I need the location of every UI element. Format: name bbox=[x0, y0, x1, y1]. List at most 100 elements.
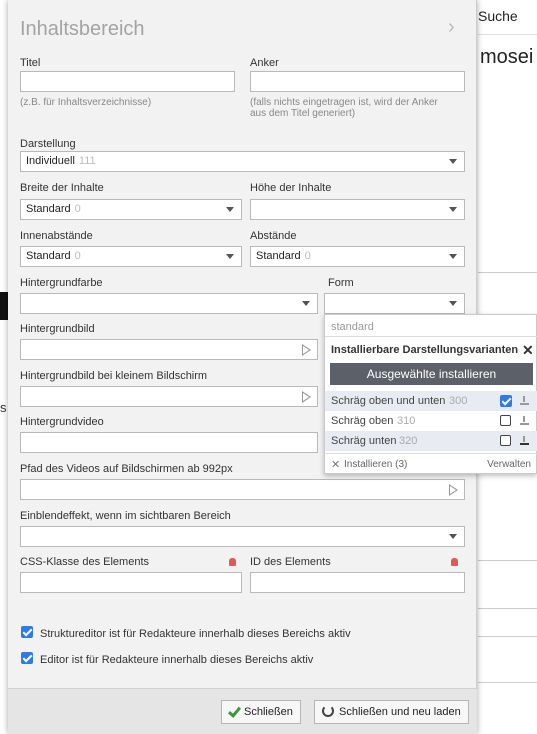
chevron-down-icon bbox=[226, 207, 234, 212]
hintergrundfarbe-label: Hintergrundfarbe bbox=[20, 277, 103, 289]
variant-count: 300 bbox=[449, 395, 468, 407]
list-item[interactable]: Schräg unten 320 bbox=[325, 431, 537, 451]
anker-label: Anker bbox=[250, 57, 279, 69]
chevron-down-icon bbox=[449, 301, 457, 306]
innen-value: Standard bbox=[26, 250, 71, 262]
background-heading: mosei bbox=[480, 46, 534, 68]
id-input[interactable] bbox=[250, 572, 465, 593]
breite-count: 0 bbox=[74, 203, 81, 215]
background-heading-glyph bbox=[0, 292, 8, 320]
hintergrundfarbe-select[interactable] bbox=[20, 293, 318, 314]
anker-hint: aus dem Titel generiert) bbox=[250, 108, 356, 119]
variant-count: 320 bbox=[399, 435, 418, 447]
list-item[interactable]: Schräg oben 310 bbox=[325, 411, 537, 431]
close-icon[interactable]: ✕ bbox=[522, 342, 534, 359]
file-picker-icon[interactable] bbox=[302, 344, 311, 356]
dialog-footer: Schließen Schließen und neu laden bbox=[8, 688, 477, 734]
hintergrundbild-klein-input[interactable] bbox=[20, 386, 318, 407]
hintergrundvideo-label: Hintergrundvideo bbox=[20, 416, 104, 428]
anker-hint: (falls nichts eingetragen ist, wird der … bbox=[250, 97, 438, 108]
css-klasse-label: CSS-Klasse des Elements bbox=[20, 556, 149, 568]
file-picker-icon[interactable] bbox=[302, 391, 311, 403]
videopfad-input[interactable] bbox=[20, 479, 465, 500]
chevron-down-icon bbox=[449, 254, 457, 259]
chevron-down-icon bbox=[449, 534, 457, 539]
download-icon[interactable] bbox=[520, 396, 529, 405]
file-picker-icon[interactable] bbox=[449, 484, 458, 496]
breite-select[interactable]: Standard 0 bbox=[20, 199, 242, 220]
chevron-down-icon bbox=[302, 301, 310, 306]
einblendeffekt-select[interactable] bbox=[20, 526, 465, 547]
chevron-right-icon[interactable]: › bbox=[448, 16, 455, 39]
hintergrundbild-input[interactable] bbox=[20, 339, 318, 360]
background-divider bbox=[478, 636, 537, 637]
variant-checkbox[interactable] bbox=[500, 395, 512, 407]
download-icon[interactable] bbox=[520, 436, 529, 445]
id-label: ID des Elements bbox=[250, 556, 331, 568]
variant-count: 310 bbox=[397, 415, 416, 427]
chevron-down-icon bbox=[449, 207, 457, 212]
background-divider bbox=[478, 608, 537, 609]
manage-link[interactable]: Verwalten bbox=[487, 459, 531, 470]
close-and-reload-label: Schließen und neu laden bbox=[339, 706, 461, 718]
titel-hint: (z.B. für Inhaltsverzeichnisse) bbox=[20, 97, 152, 108]
background-divider bbox=[478, 682, 537, 683]
variant-checkbox[interactable] bbox=[500, 435, 511, 446]
background-search-link[interactable]: Suche bbox=[478, 8, 518, 24]
install-selected-button[interactable]: Ausgewählte installieren bbox=[330, 363, 533, 385]
chevron-down-icon bbox=[226, 254, 234, 259]
anker-input[interactable] bbox=[250, 71, 465, 92]
darstellung-label: Darstellung bbox=[20, 138, 76, 150]
list-item[interactable]: Schräg oben und unten 300 bbox=[325, 391, 537, 411]
close-and-reload-button[interactable]: Schließen und neu laden bbox=[314, 700, 469, 724]
hintergrundbild-klein-label: Hintergrundbild bei kleinem Bildschirm bbox=[20, 370, 208, 382]
einblendeffekt-label: Einblendeffekt, wenn im sichtbaren Berei… bbox=[20, 510, 231, 522]
close-icon: ✕ bbox=[331, 459, 341, 471]
background-divider bbox=[478, 34, 537, 35]
divider bbox=[325, 336, 537, 337]
titel-label: Titel bbox=[20, 57, 41, 69]
variant-label: Schräg unten bbox=[331, 435, 397, 447]
lock-icon bbox=[229, 558, 236, 566]
variant-checkbox[interactable] bbox=[500, 415, 511, 426]
dropdown-header: Installierbare Darstellungsvarianten bbox=[331, 344, 519, 356]
css-klasse-input[interactable] bbox=[20, 572, 242, 593]
hoehe-select[interactable] bbox=[250, 199, 465, 220]
abstaende-select[interactable]: Standard 0 bbox=[250, 246, 465, 267]
dialog-title: Inhaltsbereich bbox=[20, 18, 145, 40]
innen-label: Innenabstände bbox=[20, 230, 93, 242]
editor-label: Editor ist für Redakteure innerhalb dies… bbox=[40, 654, 314, 666]
editor-checkbox[interactable] bbox=[21, 652, 33, 664]
struktureditor-label: Struktureditor ist für Redakteure innerh… bbox=[40, 628, 351, 640]
abstaende-count: 0 bbox=[304, 250, 311, 262]
close-button[interactable]: Schließen bbox=[221, 700, 301, 724]
background-text: s bbox=[0, 400, 7, 415]
hintergrundvideo-input[interactable] bbox=[20, 432, 318, 453]
innen-count: 0 bbox=[74, 250, 81, 262]
reload-icon bbox=[322, 705, 334, 718]
close-button-label: Schließen bbox=[244, 706, 293, 718]
form-select[interactable] bbox=[324, 293, 465, 314]
download-icon[interactable] bbox=[520, 416, 529, 425]
abstaende-value: Standard bbox=[256, 250, 301, 262]
install-link[interactable]: Installieren (3) bbox=[344, 459, 407, 470]
breite-value: Standard bbox=[26, 203, 71, 215]
abstaende-label: Abstände bbox=[250, 230, 297, 242]
form-label: Form bbox=[328, 277, 354, 289]
breite-label: Breite der Inhalte bbox=[20, 182, 104, 194]
struktureditor-checkbox[interactable] bbox=[21, 626, 33, 638]
divider bbox=[325, 453, 537, 454]
innen-select[interactable]: Standard 0 bbox=[20, 246, 242, 267]
titel-input[interactable] bbox=[20, 71, 235, 92]
hoehe-label: Höhe der Inhalte bbox=[250, 182, 332, 194]
darstellung-select[interactable]: Individuell 111 bbox=[20, 151, 465, 172]
variant-label: Schräg oben und unten bbox=[331, 395, 446, 407]
dropdown-current-value[interactable]: standard bbox=[325, 321, 537, 333]
videopfad-label: Pfad des Videos auf Bildschirmen ab 992p… bbox=[20, 463, 233, 475]
background-divider bbox=[478, 560, 537, 561]
checkmark-icon bbox=[227, 704, 242, 718]
form-dropdown: standard Installierbare Darstellungsvari… bbox=[324, 314, 537, 474]
darstellung-count: 111 bbox=[78, 155, 96, 167]
background-divider bbox=[478, 272, 537, 273]
hintergrundbild-label: Hintergrundbild bbox=[20, 323, 95, 335]
